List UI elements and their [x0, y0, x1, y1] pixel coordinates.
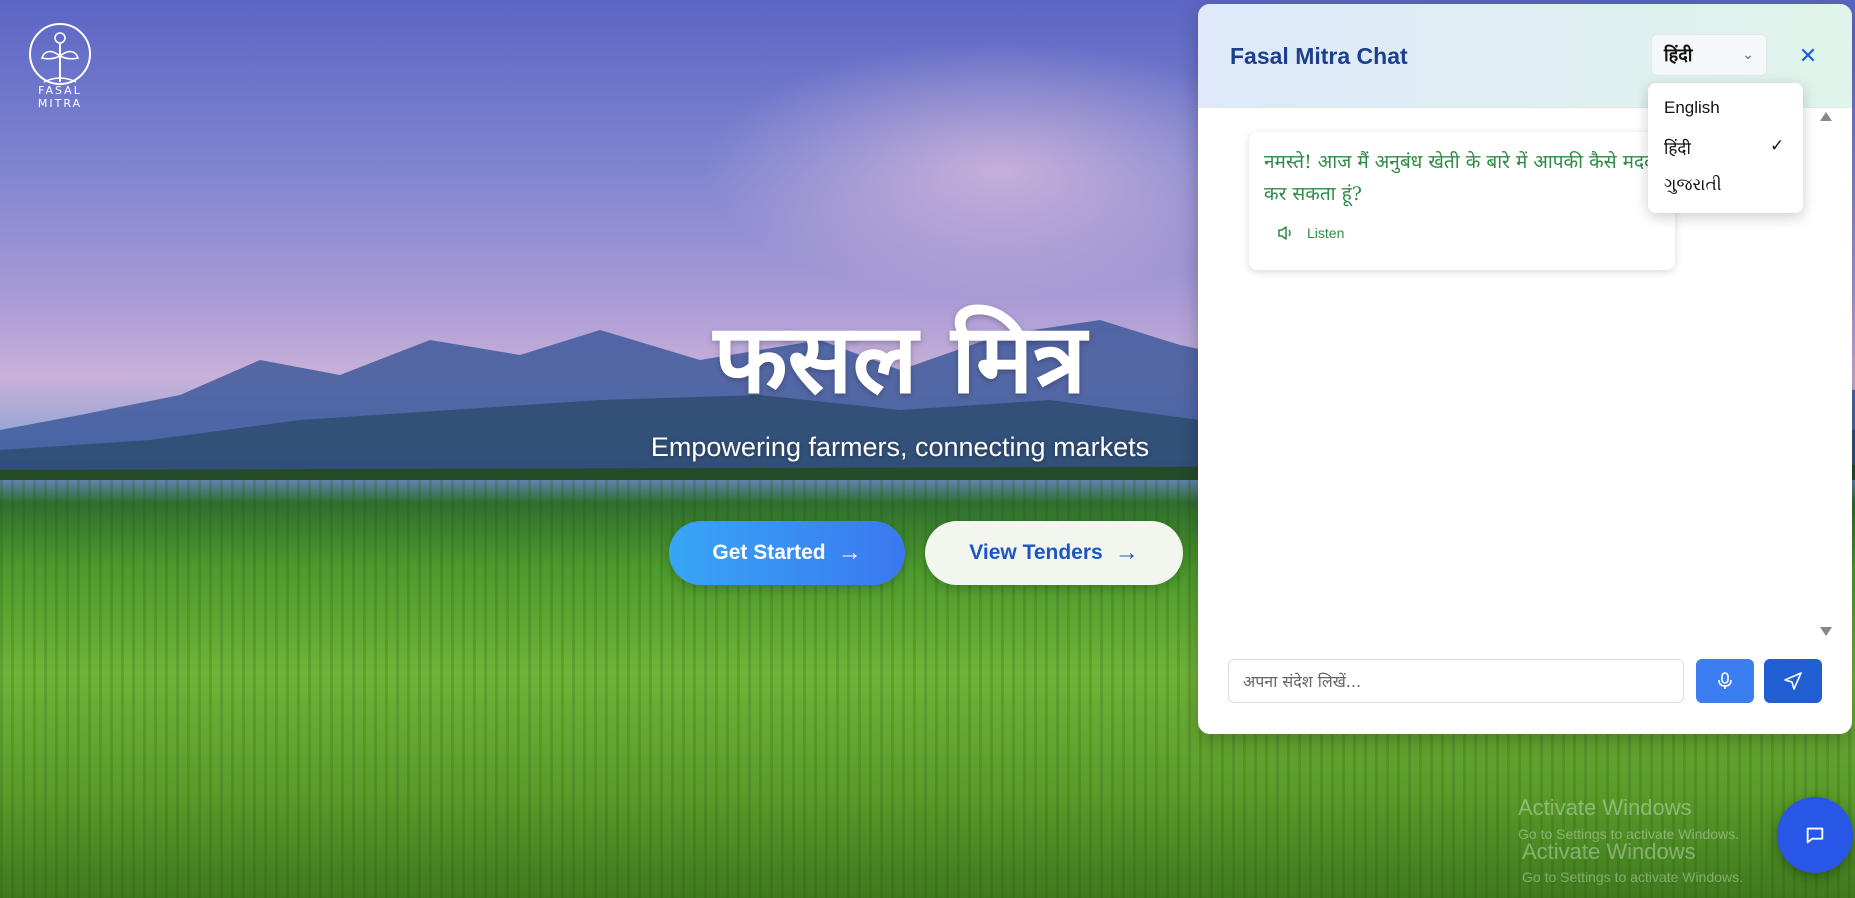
chat-title: Fasal Mitra Chat — [1230, 43, 1408, 69]
bot-message-text: नमस्ते! आज मैं अनुबंध खेती के बारे में आ… — [1264, 151, 1655, 205]
chevron-down-icon: ⌄ — [1742, 47, 1754, 63]
arrow-right-icon: → — [1114, 539, 1139, 566]
watermark-line1: Activate Windows — [1518, 795, 1692, 820]
view-tenders-button[interactable]: View Tenders → — [925, 521, 1183, 585]
hero-title: फसल मित्र — [713, 303, 1087, 415]
chat-scrollbar[interactable] — [1814, 108, 1836, 648]
chat-toggle-button[interactable] — [1777, 797, 1853, 873]
send-button[interactable] — [1764, 659, 1822, 703]
scroll-up-arrow-icon[interactable] — [1820, 112, 1832, 121]
chat-bubble-icon — [1806, 827, 1824, 844]
fasal-mitra-logo[interactable]: FASAL MITRA — [14, 22, 106, 110]
get-started-label: Get Started — [712, 541, 826, 564]
language-dropdown: English हिंदी ✓ ગુજરાતી — [1648, 83, 1803, 213]
bot-message: नमस्ते! आज मैं अनुबंध खेती के बारे में आ… — [1249, 132, 1675, 270]
send-icon — [1784, 672, 1802, 690]
language-option-gujarati[interactable]: ગુજરાતી — [1664, 175, 1722, 195]
language-select-value: हिंदी — [1664, 45, 1693, 66]
scroll-down-arrow-icon[interactable] — [1820, 627, 1832, 636]
listen-button[interactable]: Listen — [1277, 225, 1344, 241]
message-input[interactable] — [1228, 659, 1684, 703]
language-select[interactable]: हिंदी ⌄ — [1651, 34, 1767, 76]
watermark-line3: Activate Windows — [1522, 839, 1696, 864]
language-option-english[interactable]: English — [1664, 98, 1720, 118]
view-tenders-label: View Tenders — [969, 541, 1103, 564]
listen-label: Listen — [1307, 225, 1345, 241]
logo-text: FASAL MITRA — [37, 84, 83, 110]
close-icon: ✕ — [1798, 43, 1818, 68]
watermark-line4: Go to Settings to activate Windows. — [1522, 869, 1743, 885]
arrow-right-icon: → — [837, 539, 862, 566]
check-icon: ✓ — [1770, 136, 1785, 155]
speaker-icon — [1278, 226, 1291, 240]
hero-subtitle: Empowering farmers, connecting markets — [650, 432, 1150, 462]
microphone-icon — [1718, 672, 1732, 689]
mic-button[interactable] — [1696, 659, 1754, 703]
close-chat-button[interactable]: ✕ — [1794, 42, 1822, 70]
language-option-hindi[interactable]: हिंदी — [1664, 136, 1691, 159]
get-started-button[interactable]: Get Started → — [669, 521, 905, 585]
